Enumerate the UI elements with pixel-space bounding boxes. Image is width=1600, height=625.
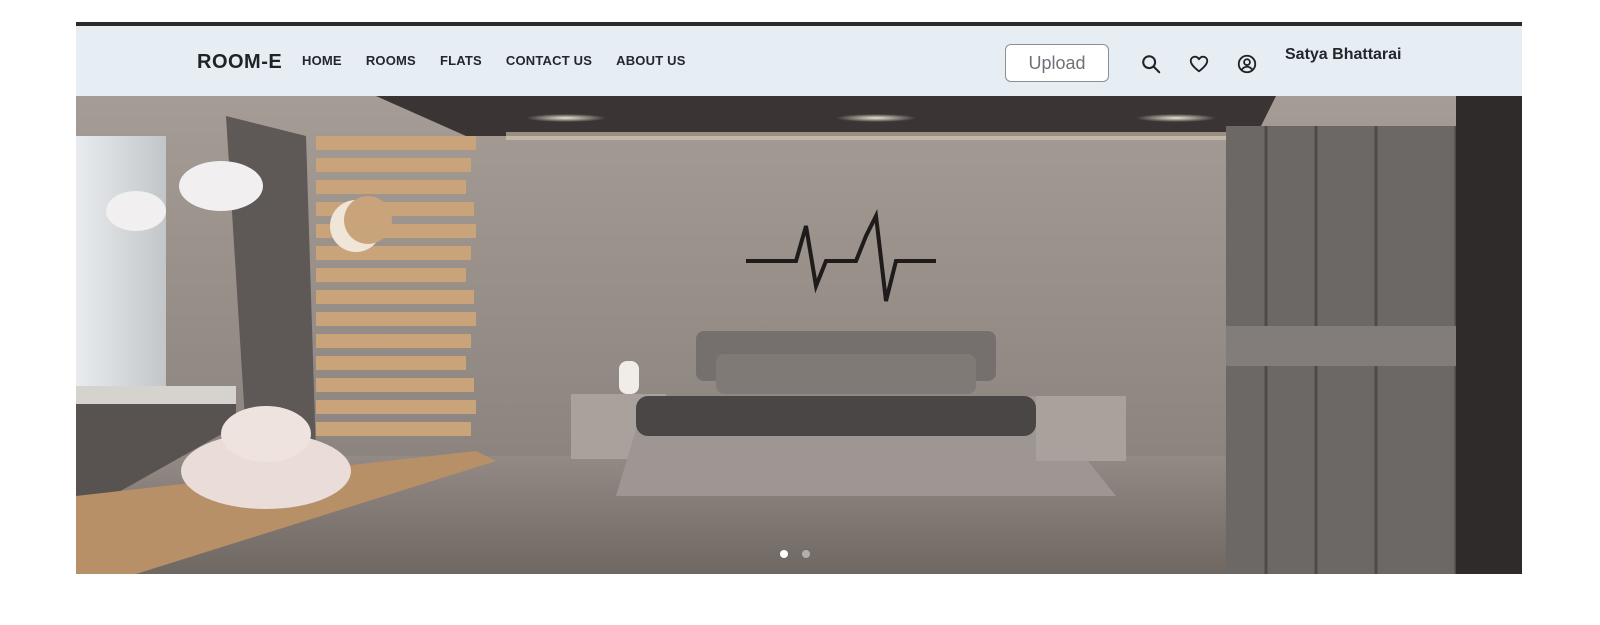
carousel-dot-1[interactable] bbox=[780, 550, 788, 558]
heart-icon[interactable] bbox=[1186, 51, 1212, 77]
hero-carousel bbox=[76, 96, 1522, 574]
upload-button[interactable]: Upload bbox=[1005, 44, 1109, 82]
nav-link-about-us[interactable]: ABOUT US bbox=[616, 53, 686, 68]
nav-links: HOME ROOMS FLATS CONTACT US ABOUT US bbox=[302, 53, 686, 68]
carousel-dot-2[interactable] bbox=[802, 550, 810, 558]
navbar: ROOM-E HOME ROOMS FLATS CONTACT US ABOUT… bbox=[76, 26, 1522, 96]
brand-logo[interactable]: ROOM-E bbox=[197, 51, 282, 74]
carousel-indicators bbox=[76, 550, 1518, 558]
search-icon[interactable] bbox=[1138, 51, 1164, 77]
nav-link-contact-us[interactable]: CONTACT US bbox=[506, 53, 592, 68]
nav-link-rooms[interactable]: ROOMS bbox=[366, 53, 416, 68]
nav-link-flats[interactable]: FLATS bbox=[440, 53, 482, 68]
app-window: ROOM-E HOME ROOMS FLATS CONTACT US ABOUT… bbox=[76, 22, 1522, 574]
hero-image bbox=[76, 96, 1522, 574]
nav-link-home[interactable]: HOME bbox=[302, 53, 342, 68]
user-name[interactable]: Satya Bhattarai bbox=[1285, 46, 1402, 64]
user-circle-icon[interactable] bbox=[1234, 51, 1260, 77]
